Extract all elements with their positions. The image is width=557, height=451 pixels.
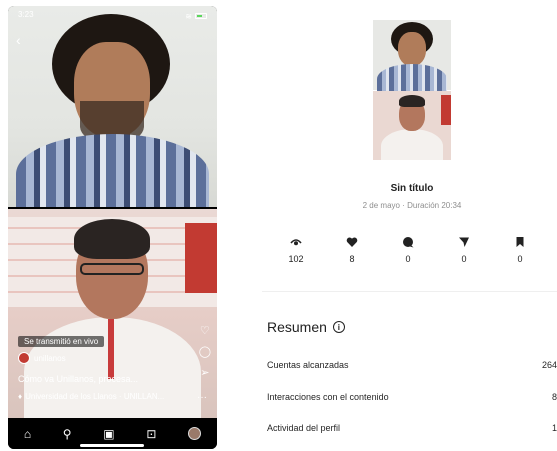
section-divider — [262, 291, 557, 292]
user-row[interactable]: unillanos — [18, 352, 66, 364]
wifi-icon: ≋ — [185, 11, 192, 21]
stat-views: 102 — [272, 236, 320, 264]
live-caption[interactable]: Cómo va Unillanos, procesa... — [18, 374, 138, 384]
music-icon: ♦ — [18, 392, 23, 401]
eye-icon — [290, 239, 302, 246]
person-plaid-shirt — [16, 134, 209, 207]
summary-header: Resumen i — [267, 319, 345, 335]
thumb-person-shirt — [377, 64, 447, 94]
host-hair — [74, 219, 150, 259]
stat-shares-value: 0 — [461, 254, 467, 264]
live-video-phone: 3:23 ≋ ‹ ♡ ◯ ➢ Se transmitió en vivo uni… — [8, 6, 217, 449]
info-icon[interactable]: i — [332, 321, 345, 333]
thumb-host-shirt — [381, 129, 443, 160]
metric-label: Cuentas alcanzadas — [267, 360, 349, 370]
guest-video-top — [8, 6, 217, 207]
stat-comments-value: 0 — [405, 254, 411, 264]
screenshot-root: 3:23 ≋ ‹ ♡ ◯ ➢ Se transmitió en vivo uni… — [0, 0, 557, 451]
stat-likes-value: 8 — [349, 254, 355, 264]
video-thumbnail[interactable] — [373, 20, 451, 160]
stat-shares: 0 — [440, 236, 488, 264]
heart-outline-icon[interactable]: ♡ — [199, 324, 211, 337]
battery-icon — [195, 13, 207, 19]
username[interactable]: unillanos — [34, 354, 66, 363]
home-indicator — [80, 444, 144, 447]
status-right: ≋ — [185, 10, 207, 22]
summary-title: Resumen — [267, 319, 327, 335]
metric-value: 8 — [551, 392, 557, 402]
metric-accounts-reached[interactable]: Cuentas alcanzadas 264 — [267, 360, 557, 370]
status-time: 3:23 — [18, 10, 34, 19]
thumb-host-hair — [399, 95, 425, 107]
user-avatar[interactable] — [18, 352, 30, 364]
metric-value: 1 — [551, 423, 557, 433]
thumbnail-top-frame — [373, 20, 451, 94]
comment-icon — [403, 237, 414, 248]
stat-likes: 8 — [328, 236, 376, 264]
stat-comments: 0 — [384, 236, 432, 264]
live-audio-line: ♦ Universidad de los Llanos · UNILLAN... — [18, 392, 164, 401]
metric-value: 264 — [541, 360, 557, 370]
back-arrow-icon[interactable]: ‹ — [16, 32, 21, 48]
stat-saves-value: 0 — [517, 254, 523, 264]
send-outline-icon[interactable]: ➢ — [199, 366, 211, 379]
host-video-bottom — [8, 209, 217, 418]
metric-content-interactions[interactable]: Interacciones con el contenido 8 — [267, 392, 557, 402]
stats-row: 102 8 0 0 0 — [262, 236, 554, 264]
live-audio-text: Universidad de los Llanos · UNILLAN... — [25, 392, 165, 401]
metric-label: Actividad del perfil — [267, 423, 341, 433]
side-action-icons: ♡ ◯ ➢ — [199, 324, 211, 379]
reels-icon[interactable]: ▣ — [103, 427, 114, 441]
thumbnail-bottom-frame — [373, 91, 451, 160]
heart-icon — [346, 237, 358, 247]
host-lanyard — [108, 319, 114, 379]
thumb-red-banner — [441, 95, 451, 125]
send-icon — [459, 237, 469, 247]
metric-profile-activity[interactable]: Actividad del perfil 1 — [267, 423, 557, 433]
metric-label: Interacciones con el contenido — [267, 392, 389, 402]
background-red-banner — [185, 223, 217, 293]
stat-saves: 0 — [496, 236, 544, 264]
profile-avatar[interactable] — [188, 427, 202, 440]
live-replay-label: Se transmitió en vivo — [18, 336, 105, 347]
bookmark-icon — [516, 237, 524, 247]
host-glasses — [80, 263, 144, 275]
home-icon[interactable]: ⌂ — [24, 427, 31, 441]
bottom-nav: ⌂ ⚲ ▣ ⊡ — [8, 418, 217, 449]
search-icon[interactable]: ⚲ — [63, 427, 72, 441]
video-meta: 2 de mayo · Duración 20:34 — [362, 201, 462, 210]
comment-outline-icon[interactable]: ◯ — [199, 345, 211, 358]
stat-views-value: 102 — [288, 254, 304, 264]
status-bar: 3:23 ≋ — [18, 10, 207, 22]
video-title: Sin título — [390, 183, 434, 194]
more-options-icon[interactable]: ··· — [197, 392, 207, 403]
shop-icon[interactable]: ⊡ — [146, 427, 156, 441]
thumb-person-face — [398, 32, 426, 66]
